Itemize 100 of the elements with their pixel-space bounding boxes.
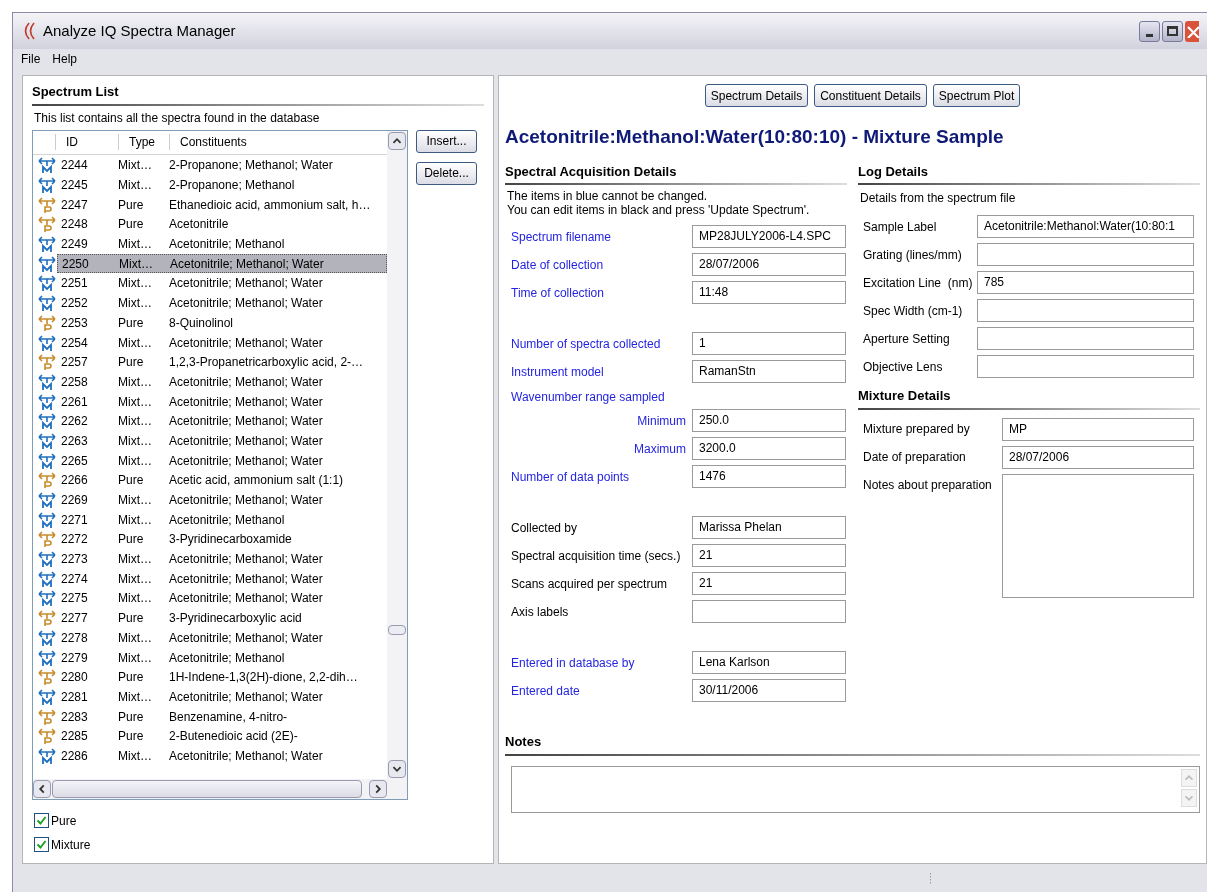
text-field[interactable]: 28/07/2006 xyxy=(692,253,846,276)
text-field[interactable] xyxy=(977,243,1194,266)
table-row[interactable]: 2269 Mixt… Acetonitrile; Methanol; Water xyxy=(57,490,387,510)
text-field[interactable]: 30/11/2006 xyxy=(692,679,846,702)
table-row[interactable]: 2272 Pure 3-Pyridinecarboxamide xyxy=(57,529,387,549)
table-row[interactable]: 2248 Pure Acetonitrile xyxy=(57,214,387,234)
list-action-button[interactable]: Delete... xyxy=(416,161,477,185)
table-cell-text: 2277 xyxy=(60,610,89,628)
scroll-thumb[interactable] xyxy=(388,624,406,635)
field-label: Maximum xyxy=(634,440,686,458)
checkbox[interactable] xyxy=(34,813,49,828)
table-row[interactable]: 2263 Mixt… Acetonitrile; Methanol; Water xyxy=(57,431,387,451)
table-row[interactable]: 2271 Mixt… Acetonitrile; Methanol xyxy=(57,510,387,530)
text-field[interactable]: 1 xyxy=(692,332,846,355)
text-field[interactable]: 21 xyxy=(692,544,846,567)
menu-item[interactable]: File xyxy=(21,50,41,68)
table-cell-text: Acetonitrile; Methanol; Water xyxy=(169,590,323,608)
table-row[interactable]: 2257 Pure 1,2,3-Propanetricarboxylic acid, 2-… xyxy=(57,352,387,372)
text-field[interactable] xyxy=(977,327,1194,350)
table-row[interactable]: 2250 Mixt… Acetonitrile; Methanol; Water xyxy=(57,254,387,274)
text-field[interactable]: 1476 xyxy=(692,465,846,488)
text-field[interactable]: 28/07/2006 xyxy=(1002,445,1194,469)
table-row[interactable]: 2278 Mixt… Acetonitrile; Methanol; Water xyxy=(57,628,387,648)
table-cell-text: Acetonitrile; Methanol; Water xyxy=(169,275,323,293)
table-cell-text: 2245 xyxy=(60,177,89,195)
scroll-thumb[interactable] xyxy=(52,779,362,798)
maximize-button[interactable] xyxy=(1162,20,1183,42)
table-cell-text: Acetonitrile; Methanol; Water xyxy=(169,570,323,588)
table-row[interactable]: 2273 Mixt… Acetonitrile; Methanol; Water xyxy=(57,549,387,569)
table-row[interactable]: 2244 Mixt… 2-Propanone; Methanol; Water xyxy=(57,155,387,175)
table-row[interactable]: 2261 Mixt… Acetonitrile; Methanol; Water xyxy=(57,392,387,412)
table-cell-text: 2253 xyxy=(60,314,89,332)
table-cell-text: Pure xyxy=(118,531,145,549)
text-area[interactable] xyxy=(1002,473,1194,598)
text-field[interactable]: 11:48 xyxy=(692,281,846,304)
table-cell-text: Mixt… xyxy=(118,511,153,529)
table-cell-text: Mixt… xyxy=(118,413,153,431)
text-field[interactable]: Acetonitrile:Methanol:Water(10:80:1 xyxy=(977,215,1194,238)
table-row[interactable]: 2281 Mixt… Acetonitrile; Methanol; Water xyxy=(57,687,387,707)
list-action-button[interactable]: Insert... xyxy=(416,129,477,153)
text-field[interactable]: Lena Karlson xyxy=(692,651,846,674)
horizontal-scrollbar[interactable] xyxy=(33,778,407,799)
table-row[interactable]: 2245 Mixt… 2-Propanone; Methanol xyxy=(57,175,387,195)
table-row[interactable]: 2258 Mixt… Acetonitrile; Methanol; Water xyxy=(57,372,387,392)
table-row[interactable]: 2254 Mixt… Acetonitrile; Methanol; Water xyxy=(57,333,387,353)
text-field[interactable]: 785 xyxy=(977,271,1194,294)
table-row[interactable]: 2277 Pure 3-Pyridinecarboxylic acid xyxy=(57,608,387,628)
table-row[interactable]: 2265 Mixt… Acetonitrile; Methanol; Water xyxy=(57,451,387,471)
table-cell-text: Acetonitrile; Methanol; Water xyxy=(169,432,323,450)
field-label: Time of collection xyxy=(511,284,604,302)
table-cell-text: 2254 xyxy=(60,334,89,352)
scroll-up-icon[interactable] xyxy=(388,131,406,150)
table-cell-text: 2263 xyxy=(60,432,89,450)
table-cell-text: Benzenamine, 4-nitro- xyxy=(169,708,288,726)
table-cell-text: Mixt… xyxy=(118,492,153,510)
table-row[interactable]: 2286 Mixt… Acetonitrile; Methanol; Water xyxy=(57,746,387,766)
instruction-text: The items in blue cannot be changed. xyxy=(507,189,709,203)
field-label: Sample Label xyxy=(862,218,938,236)
text-field[interactable]: 250.0 xyxy=(692,409,846,432)
table-cell-text: 2280 xyxy=(60,669,89,687)
table-row[interactable]: 2275 Mixt… Acetonitrile; Methanol; Water xyxy=(57,588,387,608)
scroll-right-icon[interactable] xyxy=(369,779,387,798)
scroll-left-icon[interactable] xyxy=(33,779,51,798)
table-row[interactable]: 2280 Pure 1H-Indene-1,3(2H)-dione, 2,2-dih… xyxy=(57,667,387,687)
mixture-spectrum-icon xyxy=(37,491,57,510)
table-row[interactable]: 2262 Mixt… Acetonitrile; Methanol; Water xyxy=(57,411,387,431)
column-header[interactable]: Type xyxy=(118,134,169,150)
scroll-down-icon[interactable] xyxy=(388,759,406,778)
table-row[interactable]: 2285 Pure 2-Butenedioic acid (2E)- xyxy=(57,726,387,746)
column-header[interactable]: ID xyxy=(55,134,118,150)
table-row[interactable]: 2274 Mixt… Acetonitrile; Methanol; Water xyxy=(57,569,387,589)
view-button[interactable]: Spectrum Details xyxy=(704,84,809,107)
table-cell-text: Acetonitrile; Methanol; Water xyxy=(169,373,323,391)
text-field[interactable]: MP xyxy=(1002,417,1194,441)
text-field[interactable] xyxy=(692,600,846,623)
view-button[interactable]: Spectrum Plot xyxy=(932,84,1021,107)
text-field[interactable] xyxy=(977,355,1194,378)
text-field[interactable]: MP28JULY2006-L4.SPC xyxy=(692,225,846,248)
close-button[interactable] xyxy=(1185,20,1199,42)
table-row[interactable]: 2252 Mixt… Acetonitrile; Methanol; Water xyxy=(57,293,387,313)
text-field[interactable]: 21 xyxy=(692,572,846,595)
menu-item[interactable]: Help xyxy=(52,50,78,68)
text-field[interactable]: Marissa Phelan xyxy=(692,516,846,539)
table-row[interactable]: 2251 Mixt… Acetonitrile; Methanol; Water xyxy=(57,273,387,293)
table-row[interactable]: 2266 Pure Acetic acid, ammonium salt (1:1) xyxy=(57,470,387,490)
table-row[interactable]: 2253 Pure 8-Quinolinol xyxy=(57,313,387,333)
table-row[interactable]: 2279 Mixt… Acetonitrile; Methanol xyxy=(57,648,387,668)
table-row[interactable]: 2249 Mixt… Acetonitrile; Methanol xyxy=(57,234,387,254)
text-field[interactable] xyxy=(977,299,1194,322)
text-field[interactable]: RamanStn xyxy=(692,360,846,383)
vertical-scrollbar[interactable] xyxy=(387,130,407,779)
view-button[interactable]: Constituent Details xyxy=(814,84,927,107)
text-field[interactable]: 3200.0 xyxy=(692,437,846,460)
table-row[interactable]: 2283 Pure Benzenamine, 4-nitro- xyxy=(57,707,387,727)
table-row[interactable]: 2247 Pure Ethanedioic acid, ammonium salt, h… xyxy=(57,195,387,215)
field-label: Date of preparation xyxy=(862,448,967,466)
table-cell-text: 2261 xyxy=(60,393,89,411)
minimize-button[interactable] xyxy=(1139,20,1160,42)
table-cell-text: 2281 xyxy=(60,688,89,706)
checkbox[interactable] xyxy=(34,837,49,852)
